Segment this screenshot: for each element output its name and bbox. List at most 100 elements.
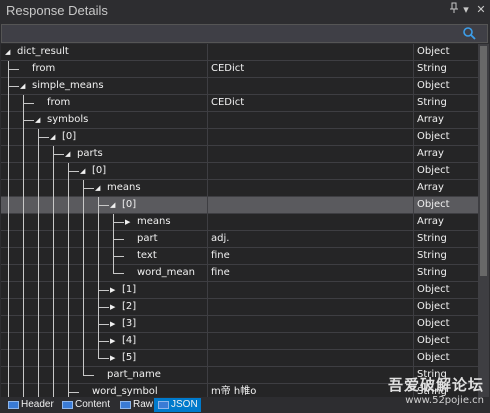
tree-guide-line: [38, 180, 39, 197]
tree-guide-line: [38, 384, 39, 397]
tree-guide-line: [98, 231, 99, 248]
tree-guide-line: [38, 299, 39, 316]
tree-guide-line: [23, 163, 24, 180]
collapse-arrow-icon[interactable]: ◢: [80, 167, 88, 175]
expand-arrow-icon[interactable]: ▶: [110, 320, 118, 328]
scrollbar-thumb[interactable]: [480, 46, 487, 276]
expand-arrow-icon[interactable]: ▶: [110, 354, 118, 362]
collapse-arrow-icon[interactable]: ◢: [20, 82, 28, 90]
tree-row[interactable]: from CEDict String: [1, 95, 478, 112]
tree-guide-line: [68, 299, 69, 316]
expand-arrow-icon[interactable]: ▶: [110, 337, 118, 345]
tree-guide-line: [68, 367, 69, 384]
collapse-arrow-icon[interactable]: ◢: [110, 201, 118, 209]
tree-row[interactable]: ▶ [2] Object: [1, 299, 478, 316]
tree-guide-line: [38, 316, 39, 333]
name-cell: ◢ parts: [1, 146, 208, 163]
tree-guide-line: [53, 197, 54, 214]
tree-guide-line: [8, 299, 9, 316]
value-cell: [208, 163, 414, 180]
collapse-arrow-icon[interactable]: ◢: [95, 184, 103, 192]
tree-guide-line: [38, 282, 39, 299]
tree-guide-line: [38, 248, 39, 265]
node-name: [0]: [62, 131, 77, 142]
collapse-arrow-icon[interactable]: ◢: [5, 48, 13, 56]
node-name: [5]: [122, 352, 137, 363]
node-name: [4]: [122, 335, 137, 346]
tree-row[interactable]: ◢ [0] Object: [1, 197, 478, 214]
name-cell: ▶ [5]: [1, 350, 208, 367]
value-cell: [208, 44, 414, 61]
tree-guide-line: [23, 120, 34, 121]
tree-guide-line: [113, 273, 124, 274]
tree-guide-line: [53, 333, 54, 350]
name-cell: part: [1, 231, 208, 248]
name-cell: ▶ [4]: [1, 333, 208, 350]
type-cell: Array: [417, 216, 444, 227]
tree-row[interactable]: ◢ dict_result Object: [1, 44, 478, 61]
tab-json[interactable]: JSON: [154, 398, 201, 412]
tree-guide-line: [53, 180, 54, 197]
tree-guide-line: [68, 316, 69, 333]
tree-row[interactable]: ◢ [0] Object: [1, 129, 478, 146]
tree-row[interactable]: ◢ means Array: [1, 180, 478, 197]
tree-row[interactable]: part adj. String: [1, 231, 478, 248]
json-tree-grid[interactable]: ◢ dict_result Object from CEDict String ◢ simpl…: [1, 44, 478, 397]
tab-raw[interactable]: Raw: [116, 398, 156, 412]
chevron-down-icon[interactable]: ▾: [459, 2, 473, 18]
tree-guide-line: [8, 367, 9, 384]
type-cell: Object: [417, 199, 450, 210]
tree-row[interactable]: word_mean fine String: [1, 265, 478, 282]
tree-row[interactable]: ▶ means Array: [1, 214, 478, 231]
tree-row[interactable]: ▶ [1] Object: [1, 282, 478, 299]
tree-guide-line: [98, 265, 99, 282]
expand-arrow-icon[interactable]: ▶: [110, 303, 118, 311]
expand-arrow-icon[interactable]: ▶: [125, 218, 133, 226]
tree-guide-line: [83, 333, 84, 350]
tree-guide-line: [53, 384, 54, 397]
name-cell: ▶ means: [1, 214, 208, 231]
expand-arrow-icon[interactable]: ▶: [110, 286, 118, 294]
tree-row[interactable]: ◢ [0] Object: [1, 163, 478, 180]
search-input[interactable]: [2, 25, 460, 42]
json-icon: [158, 401, 169, 409]
value-cell: fine: [208, 265, 414, 282]
value-cell: [208, 282, 414, 299]
node-name: [1]: [122, 284, 137, 295]
node-name: parts: [77, 148, 103, 159]
tree-row[interactable]: ▶ [3] Object: [1, 316, 478, 333]
tree-row[interactable]: ◢ parts Array: [1, 146, 478, 163]
node-name: [3]: [122, 318, 137, 329]
search-icon[interactable]: [462, 26, 476, 41]
content-icon: [62, 401, 73, 409]
tree-guide-line: [8, 112, 9, 129]
value-cell: CEDict: [208, 61, 414, 78]
type-cell: Object: [417, 46, 450, 57]
tree-row[interactable]: from CEDict String: [1, 61, 478, 78]
close-icon[interactable]: ✕: [474, 2, 488, 18]
collapse-arrow-icon[interactable]: ◢: [35, 116, 43, 124]
tree-guide-line: [38, 367, 39, 384]
type-cell: Object: [417, 352, 450, 363]
tree-row[interactable]: ◢ simple_means Object: [1, 78, 478, 95]
tab-header[interactable]: Header: [4, 398, 57, 412]
tree-guide-line: [53, 282, 54, 299]
tree-guide-line: [53, 214, 54, 231]
tree-row[interactable]: ◢ symbols Array: [1, 112, 478, 129]
tree-row[interactable]: ▶ [5] Object: [1, 350, 478, 367]
tab-content[interactable]: Content: [58, 398, 113, 412]
tree-guide-line: [8, 214, 9, 231]
collapse-arrow-icon[interactable]: ◢: [50, 133, 58, 141]
tree-row[interactable]: ▶ [4] Object: [1, 333, 478, 350]
tree-guide-line: [23, 333, 24, 350]
tree-guide-line: [53, 299, 54, 316]
collapse-arrow-icon[interactable]: ◢: [65, 150, 73, 158]
tree-guide-line: [8, 69, 19, 70]
name-cell: part_name: [1, 367, 208, 384]
tree-guide-line: [8, 265, 9, 282]
name-cell: from: [1, 95, 208, 112]
tree-guide-line: [8, 333, 9, 350]
tree-guide-line: [83, 350, 84, 367]
vertical-scrollbar[interactable]: [478, 44, 489, 397]
tree-row[interactable]: text fine String: [1, 248, 478, 265]
